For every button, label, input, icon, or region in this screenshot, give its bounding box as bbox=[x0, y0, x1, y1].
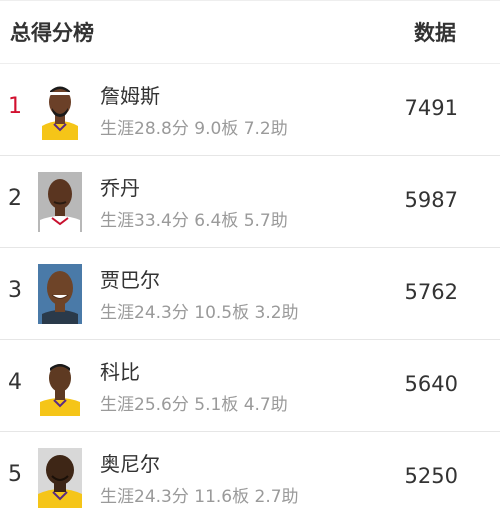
total-points: 5987 bbox=[404, 188, 458, 212]
player-row[interactable]: 2 乔丹 生涯33.4分 6.4板 5.7助 5987 bbox=[0, 156, 500, 248]
player-avatar-kobe bbox=[38, 356, 82, 416]
leaderboard-header: 总得分榜 数据 bbox=[0, 0, 500, 64]
career-stats: 生涯33.4分 6.4板 5.7助 bbox=[100, 211, 288, 231]
shaquille-oneal-photo-icon bbox=[38, 448, 82, 508]
player-name: 奥尼尔 bbox=[100, 452, 160, 476]
rank-number: 4 bbox=[8, 370, 22, 395]
player-row[interactable]: 4 科比 生涯25.6分 5.1板 4.7助 5640 bbox=[0, 340, 500, 432]
total-points: 5250 bbox=[404, 464, 458, 488]
total-points: 5762 bbox=[404, 280, 458, 304]
player-avatar-lebron bbox=[38, 80, 82, 140]
player-row[interactable]: 1 詹姆斯 生涯28.8分 9.0板 7.2助 7491 bbox=[0, 64, 500, 156]
total-points: 5640 bbox=[404, 372, 458, 396]
career-stats: 生涯25.6分 5.1板 4.7助 bbox=[100, 395, 288, 415]
kareem-abdul-jabbar-photo-icon bbox=[38, 264, 82, 324]
player-name: 科比 bbox=[100, 360, 140, 384]
rank-number: 5 bbox=[8, 462, 22, 487]
player-name: 贾巴尔 bbox=[100, 268, 160, 292]
career-stats: 生涯24.3分 10.5板 3.2助 bbox=[100, 303, 299, 323]
player-avatar-kareem bbox=[38, 264, 82, 324]
rank-number: 3 bbox=[8, 278, 22, 303]
career-stats: 生涯24.3分 11.6板 2.7助 bbox=[100, 487, 299, 507]
leaderboard-title: 总得分榜 bbox=[10, 21, 94, 45]
data-column-label: 数据 bbox=[414, 21, 456, 45]
kobe-bryant-photo-icon bbox=[38, 356, 82, 416]
player-avatar-jordan bbox=[38, 172, 82, 232]
rank-number: 1 bbox=[8, 94, 22, 119]
player-row[interactable]: 5 奥尼尔 生涯24.3分 11.6板 2.7助 5250 bbox=[0, 432, 500, 524]
rank-number: 2 bbox=[8, 186, 22, 211]
player-row[interactable]: 3 贾巴尔 生涯24.3分 10.5板 3.2助 5762 bbox=[0, 248, 500, 340]
michael-jordan-photo-icon bbox=[38, 172, 82, 232]
player-name: 詹姆斯 bbox=[100, 84, 160, 108]
player-name: 乔丹 bbox=[100, 176, 140, 200]
lebron-james-photo-icon bbox=[38, 80, 82, 140]
total-points: 7491 bbox=[404, 96, 458, 120]
career-stats: 生涯28.8分 9.0板 7.2助 bbox=[100, 119, 288, 139]
player-avatar-shaq bbox=[38, 448, 82, 508]
